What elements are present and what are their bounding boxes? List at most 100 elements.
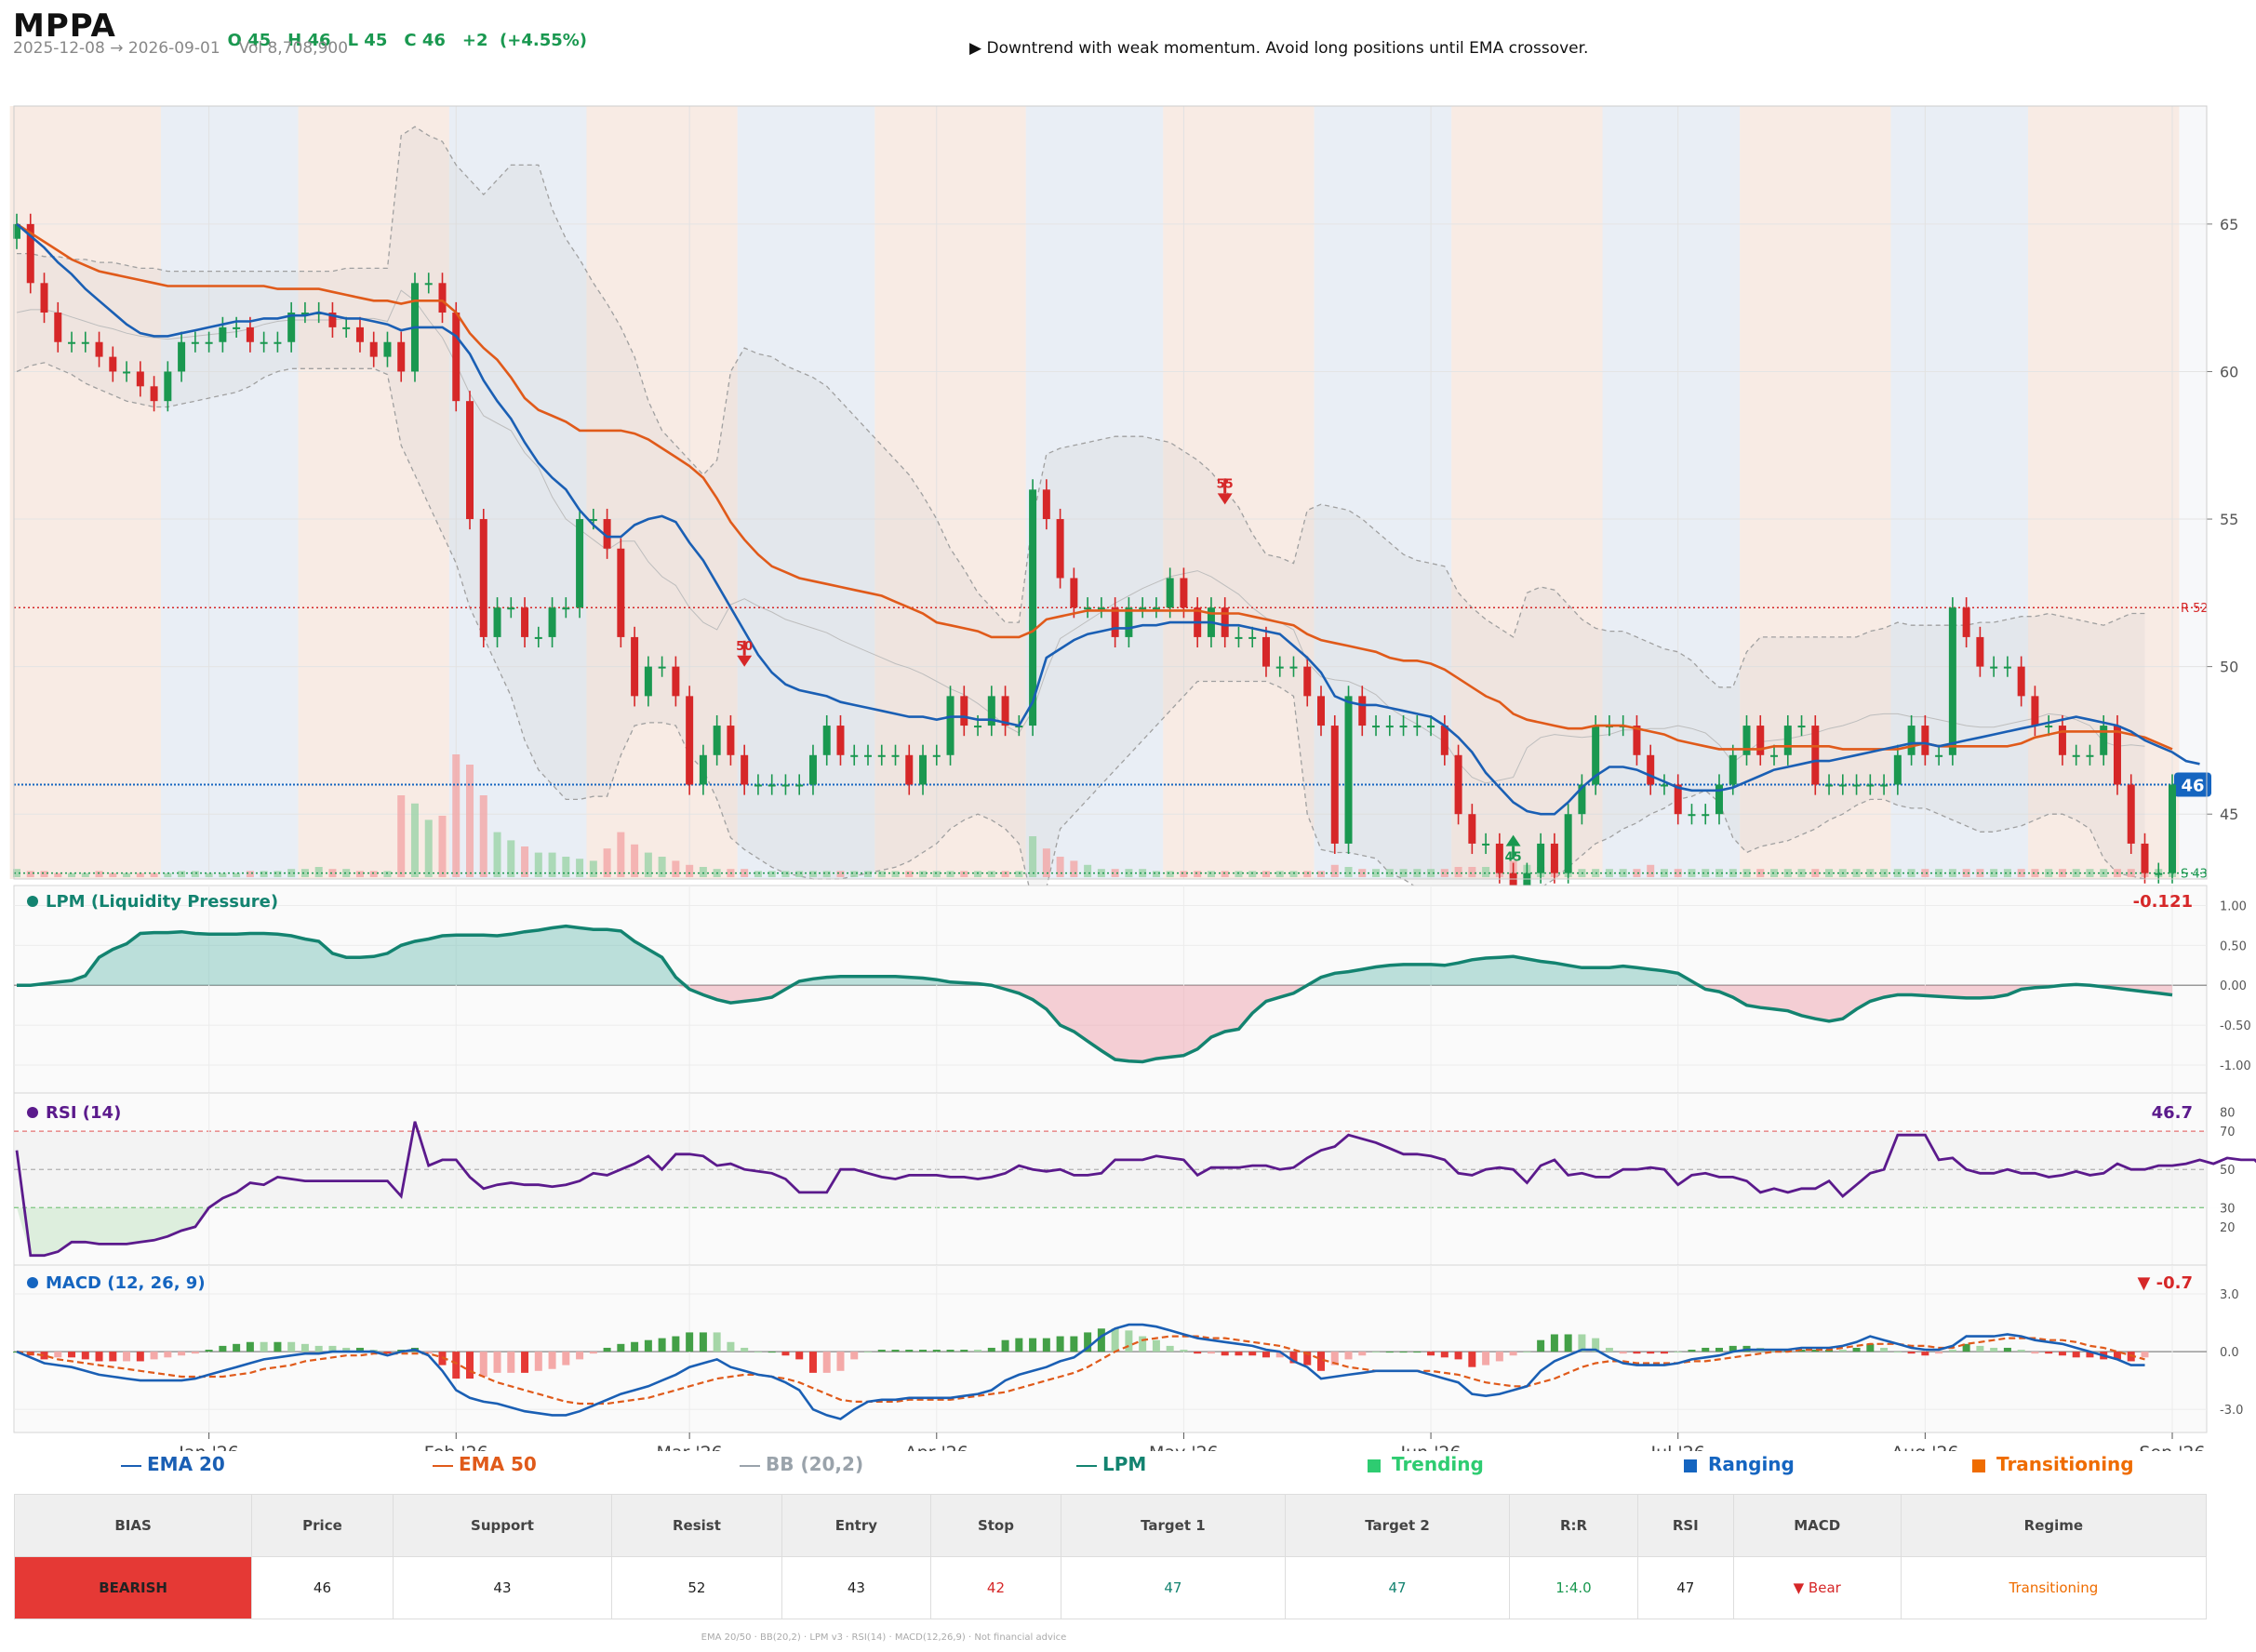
volume-bar: [397, 795, 406, 877]
macd-histogram-bar: [631, 1341, 639, 1352]
candle-body: [1482, 843, 1490, 846]
chart-legend: EMA 20 EMA 50 BB (20,2) LPM Trending Ran…: [0, 1453, 2256, 1481]
volume-bar: [1261, 871, 1270, 877]
candle-body: [123, 371, 131, 374]
macd-histogram-bar: [1317, 1352, 1326, 1371]
macd-histogram-bar: [246, 1341, 254, 1352]
macd-histogram-bar: [1550, 1334, 1558, 1352]
candle-body: [795, 784, 804, 787]
chart-canvas[interactable]: 4550556065R 52S 4346505545 1.000.500.00-…: [0, 0, 2256, 1451]
price-tick-label: 60: [2220, 363, 2238, 380]
volume-bar: [1647, 864, 1655, 877]
candle-body: [1070, 578, 1078, 608]
volume-bar: [808, 871, 817, 877]
summary-table: BIAS Price Support Resist Entry Stop Tar…: [13, 1494, 2208, 1619]
legend-ema20[interactable]: EMA 20: [121, 1453, 225, 1475]
candle-body: [1564, 814, 1572, 873]
macd-histogram-bar: [300, 1343, 309, 1352]
macd-histogram-bar: [1647, 1352, 1655, 1354]
candle-body: [521, 607, 529, 637]
macd-histogram-bar: [960, 1350, 968, 1352]
rsi-tick-label: 30: [2220, 1202, 2236, 1216]
candle-body: [479, 519, 487, 637]
rsi-tick-label: 70: [2220, 1126, 2236, 1139]
legend-ema50[interactable]: EMA 50: [433, 1453, 537, 1475]
candle-body: [1221, 607, 1229, 637]
candle-body: [1742, 726, 1751, 755]
macd-histogram-bar: [1509, 1352, 1517, 1356]
candle-body: [644, 666, 652, 697]
candle-body: [2086, 754, 2094, 757]
candle-body: [109, 356, 117, 372]
candle-body: [1783, 726, 1792, 755]
candle-body: [355, 326, 364, 342]
volume-bar: [658, 857, 666, 877]
candle-body: [2100, 726, 2108, 755]
legend-lpm[interactable]: LPM: [1076, 1453, 1146, 1475]
volume-bar: [932, 871, 941, 877]
macd-histogram-bar: [1715, 1347, 1723, 1352]
candle-body: [2031, 696, 2039, 726]
macd-histogram-bar: [1880, 1347, 1889, 1352]
macd-histogram-bar: [1194, 1352, 1202, 1354]
candle-body: [1729, 754, 1737, 785]
macd-histogram-bar: [1070, 1336, 1078, 1352]
macd-histogram-bar: [521, 1352, 529, 1373]
candle-body: [1427, 726, 1435, 728]
volume-bar: [1056, 857, 1064, 877]
volume-bar: [314, 867, 323, 877]
legend-bb[interactable]: BB (20,2): [740, 1453, 863, 1475]
volume-bar: [1180, 871, 1188, 877]
candle-body: [1880, 784, 1889, 787]
candle-body: [850, 754, 859, 757]
candle-body: [946, 696, 954, 755]
candle-body: [1797, 726, 1806, 728]
x-tick-label: Sep '26: [2139, 1443, 2205, 1451]
volume-bar: [960, 871, 968, 877]
candle-body: [1317, 696, 1326, 726]
transitioning-swatch-icon: [1972, 1459, 1985, 1472]
macd-histogram-bar: [54, 1352, 62, 1358]
candle-body: [1261, 636, 1270, 667]
macd-histogram-bar: [658, 1338, 666, 1352]
volume-bar: [1084, 864, 1092, 877]
candle-body: [1248, 636, 1257, 639]
macd-histogram-bar: [727, 1341, 735, 1352]
candle-body: [1235, 636, 1243, 639]
footer-note: EMA 20/50 · BB(20,2) · LPM v3 · RSI(14) …: [701, 1632, 1067, 1643]
macd-histogram-bar: [2058, 1352, 2066, 1356]
legend-trending[interactable]: Trending: [1368, 1453, 1484, 1475]
macd-histogram-bar: [1702, 1347, 1710, 1352]
macd-histogram-bar: [534, 1352, 542, 1371]
macd-dot-icon: [27, 1277, 38, 1288]
x-tick-label: May '26: [1149, 1443, 1219, 1451]
candle-body: [452, 313, 461, 402]
legend-ranging[interactable]: Ranging: [1684, 1453, 1795, 1475]
candle-body: [1330, 726, 1339, 844]
summary-header: RSI: [1636, 1494, 1734, 1557]
macd-histogram-bar: [493, 1352, 501, 1373]
candle-body: [1921, 726, 1929, 755]
candle-body: [713, 726, 721, 755]
candle-body: [2058, 726, 2066, 755]
macd-histogram-bar: [589, 1352, 597, 1354]
volume-bar: [699, 867, 707, 877]
summary-header: MACD: [1732, 1494, 1902, 1557]
macd-histogram-bar: [822, 1352, 831, 1373]
volume-bar: [1275, 871, 1284, 877]
legend-transitioning-label: Transitioning: [1996, 1453, 2134, 1475]
candle-body: [1399, 726, 1408, 728]
candle-body: [1166, 578, 1174, 608]
macd-histogram-bar: [562, 1352, 570, 1366]
volume-bar: [974, 871, 982, 877]
candle-body: [1468, 814, 1476, 844]
legend-ranging-label: Ranging: [1708, 1453, 1795, 1475]
summary-price: 46: [251, 1556, 394, 1619]
macd-histogram-bar: [2031, 1352, 2039, 1354]
volume-bar: [178, 871, 186, 877]
candle-body: [1495, 843, 1503, 873]
volume-bar: [1001, 871, 1009, 877]
candle-body: [534, 636, 542, 639]
legend-transitioning[interactable]: Transitioning: [1972, 1453, 2134, 1475]
macd-histogram-bar: [781, 1352, 790, 1356]
